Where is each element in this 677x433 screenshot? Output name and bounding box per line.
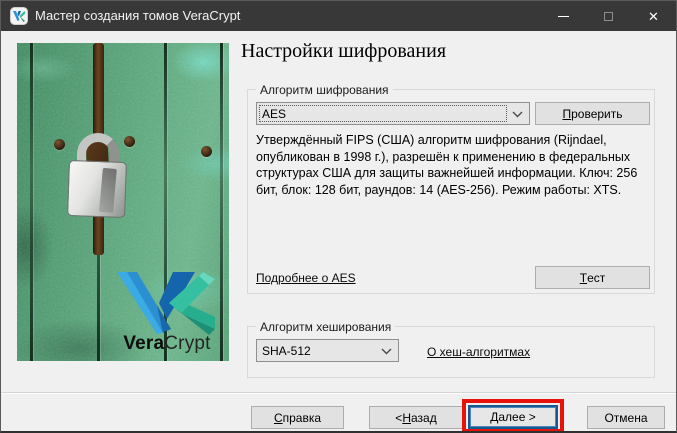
chevron-down-icon — [381, 348, 392, 355]
footer-separator — [1, 392, 676, 394]
minimize-icon — [558, 16, 569, 17]
aes-info-link[interactable]: Подробнее о AES — [256, 271, 356, 285]
maximize-icon — [604, 12, 613, 21]
next-button[interactable]: Далее > — [468, 405, 558, 429]
page-title: Настройки шифрования — [241, 40, 446, 63]
minimize-button[interactable] — [541, 1, 586, 31]
hash-algorithm-group: Алгоритм хеширования SHA-512 О хеш-алгор… — [247, 326, 655, 378]
help-button[interactable]: Справка — [251, 406, 344, 429]
veracrypt-logo-text: VeraCrypt — [111, 333, 223, 355]
encryption-algorithm-select[interactable]: AES — [256, 102, 530, 125]
banner-image: VeraCrypt — [17, 43, 229, 361]
chevron-down-icon — [512, 111, 523, 118]
bolt — [54, 139, 65, 150]
door-plank-gap — [220, 43, 223, 361]
logo-text-bold: Vera — [123, 333, 164, 354]
algorithm-description: Утверждённый FIPS (США) алгоритм шифрова… — [256, 132, 654, 198]
encryption-algorithm-group: Алгоритм шифрования AES Проверить Утверж… — [247, 89, 655, 294]
veracrypt-wizard-window: Мастер создания томов VeraCrypt ✕ — [0, 0, 677, 433]
benchmark-button[interactable]: Тест — [535, 266, 650, 289]
titlebar: Мастер создания томов VeraCrypt ✕ — [1, 1, 676, 31]
veracrypt-logo-icon — [10, 7, 28, 25]
back-button[interactable]: < Назад — [369, 406, 463, 429]
hash-algorithm-select[interactable]: SHA-512 — [256, 339, 399, 362]
door-plank-gap — [30, 43, 33, 361]
close-button[interactable]: ✕ — [631, 1, 676, 31]
maximize-button — [586, 1, 631, 31]
padlock-scratch — [99, 168, 117, 213]
padlock-icon — [67, 160, 127, 218]
window-title: Мастер создания томов VeraCrypt — [35, 8, 240, 23]
close-icon: ✕ — [648, 10, 659, 23]
bolt — [124, 136, 135, 147]
veracrypt-logo — [115, 271, 217, 335]
encryption-group-label: Алгоритм шифрования — [256, 83, 393, 97]
hash-group-label: Алгоритм хеширования — [256, 320, 395, 334]
cancel-button[interactable]: Отмена — [587, 406, 665, 429]
focus-rectangle — [259, 105, 507, 122]
logo-text-regular: Crypt — [164, 333, 210, 354]
bolt — [201, 146, 212, 157]
verify-button[interactable]: Проверить — [535, 102, 650, 125]
hash-info-link[interactable]: О хеш-алгоритмах — [427, 345, 530, 359]
hash-algorithm-value: SHA-512 — [257, 344, 311, 358]
